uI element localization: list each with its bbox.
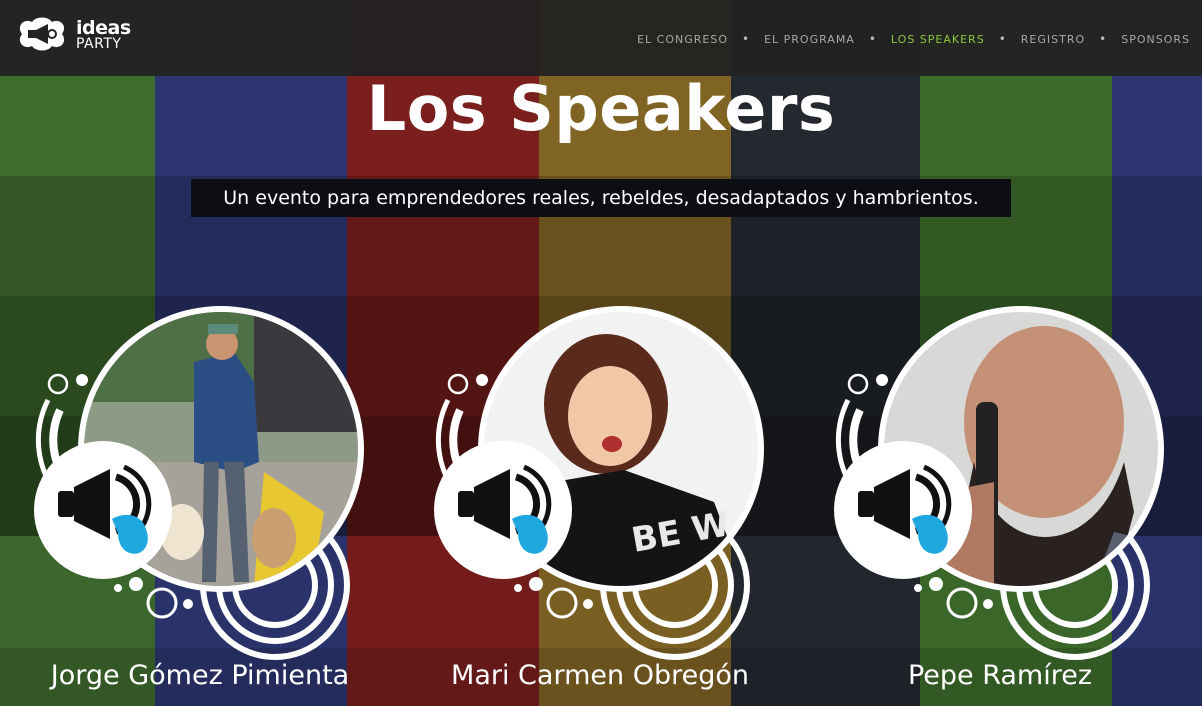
nav-separator: • xyxy=(1099,32,1108,46)
speaker-card[interactable]: BE W Mari Carmen Obregón xyxy=(400,300,764,706)
megaphone-badge xyxy=(34,441,172,579)
nav-sponsors[interactable]: SPONSORS xyxy=(1121,33,1190,46)
nav-los-speakers[interactable]: LOS SPEAKERS xyxy=(891,33,985,46)
brand-line1: ideas xyxy=(76,17,131,39)
nav-el-congreso[interactable]: EL CONGRESO xyxy=(637,33,728,46)
speaker-card[interactable]: Jorge Gómez Pimienta xyxy=(0,300,364,706)
megaphone-badge xyxy=(834,441,972,579)
main-nav: EL CONGRESO • EL PROGRAMA • LOS SPEAKERS… xyxy=(637,32,1190,46)
speaker-card[interactable]: Pepe Ramírez xyxy=(800,300,1164,706)
speaker-name[interactable]: Jorge Gómez Pimienta xyxy=(0,660,400,691)
megaphone-badge xyxy=(434,441,572,579)
ideas-party-logo[interactable]: ideas PARTY xyxy=(14,16,131,56)
speaker-name[interactable]: Mari Carmen Obregón xyxy=(400,660,800,691)
tagline: Un evento para emprendedores reales, reb… xyxy=(191,179,1011,217)
page-title: Los Speakers xyxy=(366,72,836,145)
nav-el-programa[interactable]: EL PROGRAMA xyxy=(764,33,855,46)
megaphone-icon xyxy=(858,464,952,554)
nav-registro[interactable]: REGISTRO xyxy=(1021,33,1085,46)
nav-separator: • xyxy=(741,32,751,46)
megaphone-icon xyxy=(458,464,552,554)
nav-separator: • xyxy=(868,32,877,46)
megaphone-icon xyxy=(58,464,152,554)
top-navbar: ideas PARTY EL CONGRESO • EL PROGRAMA • … xyxy=(0,0,1202,76)
nav-separator: • xyxy=(998,32,1007,46)
megaphone-logo-icon xyxy=(19,17,65,51)
speaker-name[interactable]: Pepe Ramírez xyxy=(800,660,1200,691)
